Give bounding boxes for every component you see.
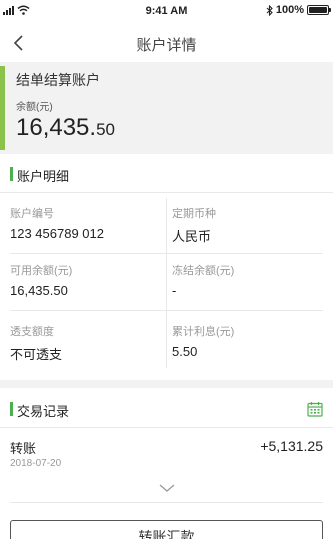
balance-integer: 16,435. [16, 114, 97, 141]
field-label: 冻结余额(元) [172, 265, 235, 277]
field-label: 累计利息(元) [172, 326, 235, 338]
field-currency: 定期币种 人民币 [172, 205, 332, 257]
field-label: 可用余额(元) [10, 265, 73, 277]
page-title: 账户详情 [136, 37, 197, 54]
field-label: 账户编号 [10, 208, 54, 220]
column-divider [166, 198, 167, 368]
section-gap [0, 380, 333, 388]
summary-accent-bar [0, 66, 5, 150]
field-label: 定期币种 [172, 208, 216, 220]
details-section-header: 账户明细 [0, 156, 333, 192]
field-value: 不可透支 [10, 347, 63, 362]
account-name: 结单结算账户 [16, 72, 100, 88]
chevron-down-icon[interactable] [158, 482, 176, 494]
account-summary-card: 结单结算账户 余额(元) 16,435.50 [0, 62, 333, 154]
divider [0, 427, 333, 428]
bluetooth-icon [266, 4, 273, 16]
transaction-row[interactable]: 转账 2018-07-20 +5,131.25 [0, 434, 333, 478]
details-section-title: 账户明细 [17, 169, 70, 184]
field-value: - [172, 283, 177, 298]
balance-label: 余额(元) [16, 102, 53, 113]
field-value: 人民币 [172, 229, 212, 244]
transfer-button[interactable]: 转账汇款 [10, 520, 323, 539]
battery-percent: 100% [275, 4, 304, 16]
field-value: 123 456789 012 [10, 226, 104, 241]
field-accrued-interest: 累计利息(元) 5.50 [172, 323, 332, 375]
field-account-number: 账户编号 123 456789 012 [10, 205, 170, 257]
transactions-section-header: 交易记录 [0, 391, 333, 427]
transaction-type: 转账 [10, 441, 37, 456]
balance-value: 16,435.50 [16, 114, 115, 142]
transaction-amount: +5,131.25 [260, 438, 323, 454]
field-available-balance: 可用余额(元) 16,435.50 [10, 262, 170, 314]
transactions-section-title: 交易记录 [17, 404, 70, 419]
field-label: 透支额度 [10, 326, 54, 338]
calendar-icon[interactable] [307, 401, 323, 417]
status-right: 100% [266, 4, 331, 16]
field-frozen-balance: 冻结余额(元) - [172, 262, 332, 314]
divider [0, 192, 333, 193]
balance-decimal: 50 [96, 120, 115, 139]
field-value: 5.50 [172, 344, 198, 359]
field-value: 16,435.50 [10, 283, 68, 298]
nav-bar: 账户详情 [0, 24, 333, 62]
status-bar: 9:41 AM 100% [0, 0, 333, 24]
section-marker [10, 402, 13, 416]
field-overdraft-limit: 透支额度 不可透支 [10, 323, 170, 375]
divider [10, 502, 323, 503]
transaction-date: 2018-07-20 [10, 458, 62, 469]
battery-icon [307, 5, 331, 15]
section-marker [10, 167, 13, 181]
